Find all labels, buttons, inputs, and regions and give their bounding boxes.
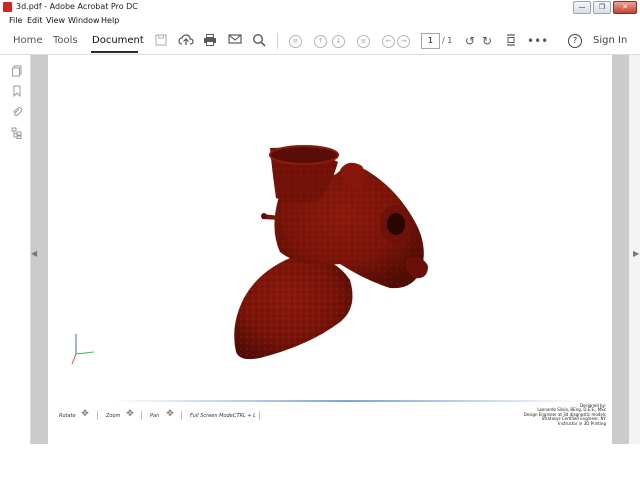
control-divider bbox=[259, 411, 260, 420]
more-options-icon[interactable]: ••• bbox=[527, 33, 548, 49]
save-icon[interactable] bbox=[153, 33, 169, 49]
rotate-tool-icon[interactable]: ✥ bbox=[79, 408, 91, 420]
bookmark-icon[interactable] bbox=[11, 85, 23, 98]
control-divider bbox=[141, 411, 142, 420]
pan-tool-icon[interactable]: ✥ bbox=[164, 408, 176, 420]
model-tree-icon[interactable] bbox=[11, 127, 23, 139]
footer-divider bbox=[112, 400, 586, 402]
close-button[interactable]: ✕ bbox=[613, 1, 637, 14]
rotate-clockwise-icon[interactable]: ↻ bbox=[479, 33, 495, 49]
rotate-counterclockwise-icon[interactable]: ↺ bbox=[462, 33, 478, 49]
title-bar: 3d.pdf - Adobe Acrobat Pro DC — ❐ ✕ bbox=[0, 0, 640, 15]
mail-icon[interactable] bbox=[227, 33, 243, 49]
select-tool-icon[interactable]: ≡ bbox=[289, 35, 302, 48]
tab-home[interactable]: Home bbox=[13, 34, 43, 48]
search-icon[interactable] bbox=[251, 33, 267, 49]
3d-heart-model[interactable] bbox=[200, 140, 440, 370]
restore-button[interactable]: ❐ bbox=[593, 1, 611, 14]
active-tab-indicator bbox=[91, 51, 138, 53]
fullscreen-shortcut: CTRL + L bbox=[233, 413, 256, 419]
navigation-pane bbox=[0, 55, 31, 444]
sign-in-link[interactable]: Sign In bbox=[593, 34, 627, 48]
menu-edit[interactable]: Edit bbox=[27, 14, 43, 27]
zoom-tool-icon[interactable]: ✥ bbox=[124, 408, 136, 420]
menu-help[interactable]: Help bbox=[101, 14, 119, 27]
empty-area bbox=[0, 444, 640, 480]
tab-document[interactable]: Document bbox=[92, 34, 144, 48]
rotate-label: Rotate bbox=[59, 413, 76, 419]
fit-page-icon[interactable]: ≡ bbox=[357, 35, 370, 48]
control-divider bbox=[97, 411, 98, 420]
printer-icon[interactable] bbox=[202, 33, 218, 49]
next-page-icon[interactable]: ↓ bbox=[332, 35, 345, 48]
axis-triad-icon bbox=[71, 334, 95, 365]
help-icon[interactable]: ? bbox=[568, 34, 582, 48]
window-title: 3d.pdf - Adobe Acrobat Pro DC bbox=[16, 2, 138, 11]
menu-view[interactable]: View bbox=[46, 14, 65, 27]
attachment-icon[interactable] bbox=[11, 106, 23, 118]
menu-file[interactable]: File bbox=[9, 14, 22, 27]
main-toolbar: Home Tools Document ≡ ↑ ↓ ≡ ← → 1 / 1 ↺ … bbox=[0, 27, 640, 55]
page-number-input[interactable]: 1 bbox=[421, 33, 440, 49]
zoom-label: Zoom bbox=[106, 413, 121, 419]
previous-page-icon[interactable]: ↑ bbox=[314, 35, 327, 48]
back-view-icon[interactable]: ← bbox=[382, 35, 395, 48]
fullscreen-label: Full Screen Mode: bbox=[190, 413, 235, 419]
window-controls: — ❐ ✕ bbox=[573, 1, 637, 14]
pan-label: Pan bbox=[150, 413, 160, 419]
menu-bar: File Edit View Window Help bbox=[0, 14, 640, 27]
toolbar-divider bbox=[277, 33, 278, 49]
page-total: / 1 bbox=[442, 36, 453, 45]
minimize-button[interactable]: — bbox=[573, 1, 591, 14]
acrobat-icon bbox=[3, 2, 12, 12]
forward-view-icon[interactable]: → bbox=[397, 35, 410, 48]
cloud-upload-icon[interactable] bbox=[178, 33, 194, 49]
menu-window[interactable]: Window bbox=[68, 14, 100, 27]
collapse-left-arrow-icon[interactable]: ◀ bbox=[31, 249, 37, 258]
credits-line: Instructor in 3D Printing bbox=[558, 420, 606, 426]
control-divider bbox=[181, 411, 182, 420]
credits-block: Designed by: Leonardo Silvio, BEng, D.E.… bbox=[480, 403, 606, 426]
collapse-right-arrow-icon[interactable]: ▶ bbox=[633, 249, 639, 258]
tab-tools[interactable]: Tools bbox=[53, 34, 78, 48]
page-thumbnails-icon[interactable] bbox=[11, 65, 23, 77]
fit-width-icon[interactable] bbox=[503, 33, 519, 49]
